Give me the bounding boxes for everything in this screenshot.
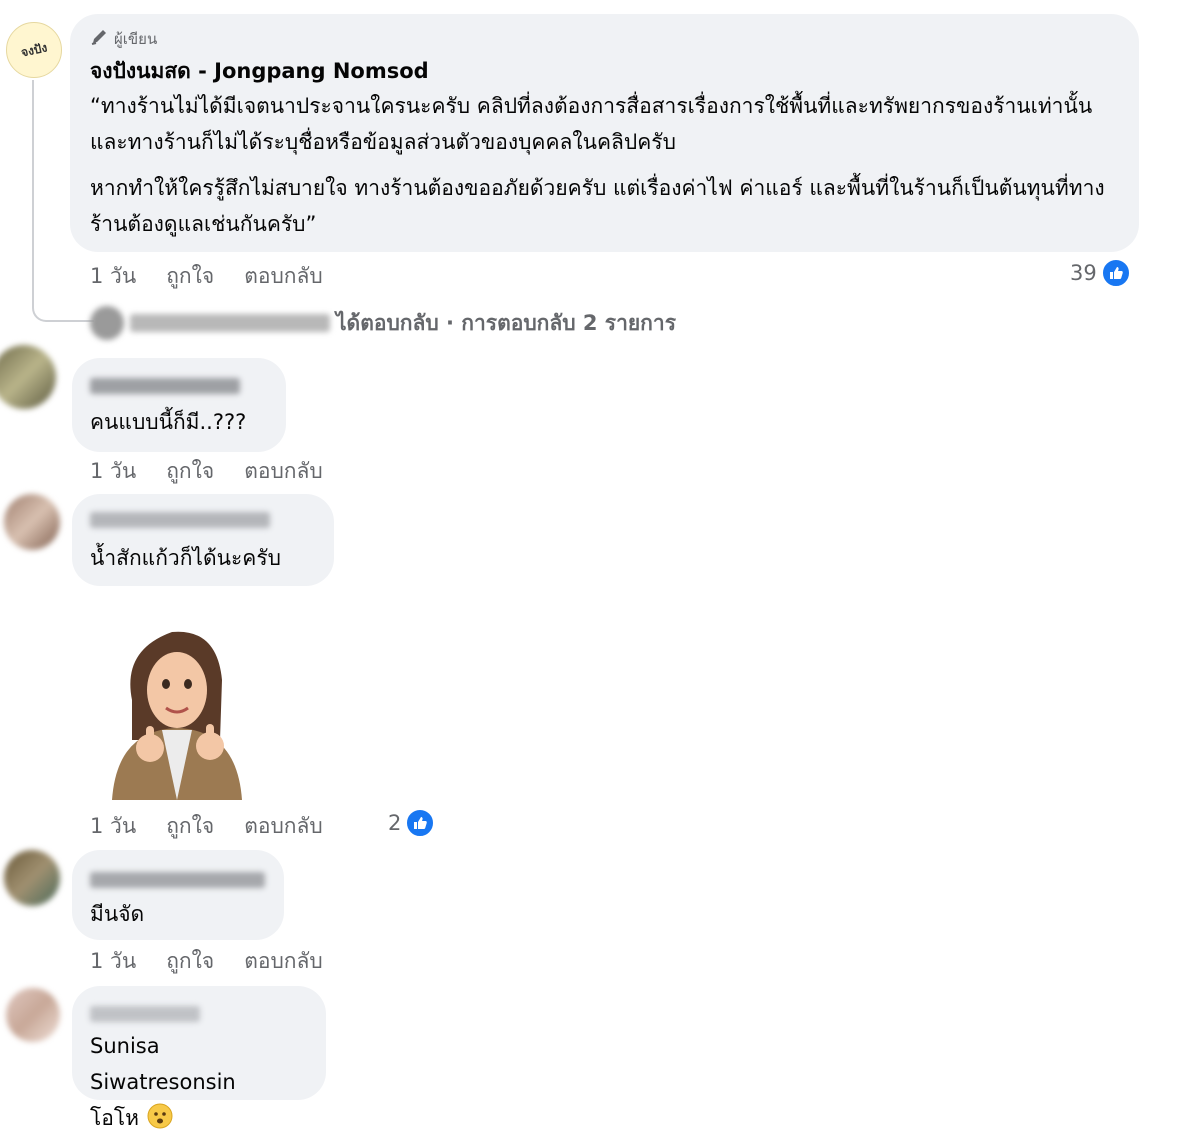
page-avatar-text: จงปัง <box>19 39 49 60</box>
comment-text: น้ำสักแก้วก็ได้นะครับ <box>90 546 281 570</box>
like-thumb-icon <box>1100 258 1131 288</box>
like-link[interactable]: ถูกใจ <box>166 455 214 488</box>
like-link[interactable]: ถูกใจ <box>166 945 214 978</box>
comment-text: มีนจัด <box>90 902 145 926</box>
author-paragraph-1: “ทางร้านไม่ได้มีเจตนาประจานใครนะครับ คลิ… <box>90 94 1093 154</box>
mention-name[interactable]: Sunisa Siwatresonsin <box>90 1028 308 1100</box>
replier-avatar <box>90 306 124 340</box>
commenter-name[interactable] <box>90 512 270 528</box>
like-link[interactable]: ถูกใจ <box>166 810 214 843</box>
author-badge: ผู้เขียน <box>90 26 1119 52</box>
reply-link[interactable]: ตอบกลับ <box>244 260 323 293</box>
comment-time[interactable]: 1 วัน <box>90 260 136 293</box>
replier-name <box>130 314 330 332</box>
commenter-avatar[interactable] <box>0 345 56 409</box>
comment-bubble: Sunisa Siwatresonsin โอโห <box>72 986 326 1130</box>
like-count-value: 2 <box>388 811 402 835</box>
author-comment-bubble: ผู้เขียน จงปังนมสด - Jongpang Nomsod “ทา… <box>70 14 1139 252</box>
pen-icon <box>90 28 110 50</box>
comment-time[interactable]: 1 วัน <box>90 945 136 978</box>
comment-like-count[interactable]: 2 <box>388 808 436 838</box>
author-like-count[interactable]: 39 <box>1070 258 1131 288</box>
comment-text: โอโห <box>90 1106 140 1130</box>
comment-time[interactable]: 1 วัน <box>90 455 136 488</box>
comment-bubble: มีนจัด <box>72 850 284 940</box>
author-badge-label: ผู้เขียน <box>114 30 158 48</box>
comment-bubble: คนแบบนี้ก็มี..??? <box>72 358 286 452</box>
commenter-avatar[interactable] <box>4 850 60 906</box>
replies-summary-row[interactable]: ได้ตอบกลับ · การตอบกลับ 2 รายการ <box>90 306 676 340</box>
comment-text: คนแบบนี้ก็มี..??? <box>90 410 247 434</box>
sticker-image <box>92 620 272 800</box>
author-comment-actions: 1 วัน ถูกใจ ตอบกลับ <box>90 260 323 293</box>
comment-time[interactable]: 1 วัน <box>90 810 136 843</box>
reply-link[interactable]: ตอบกลับ <box>244 945 323 978</box>
author-paragraph-2: หากทำให้ใครรู้สึกไม่สบายใจ ทางร้านต้องขอ… <box>90 176 1105 236</box>
emoji-face-icon <box>147 1103 173 1133</box>
comment-bubble: น้ำสักแก้วก็ได้นะครับ <box>72 494 334 586</box>
commenter-name[interactable] <box>90 378 240 394</box>
reply-link[interactable]: ตอบกลับ <box>244 810 323 843</box>
commenter-avatar[interactable] <box>6 988 60 1042</box>
comment-actions: 1 วัน ถูกใจ ตอบกลับ <box>90 945 323 978</box>
author-name[interactable]: จงปังนมสด - Jongpang Nomsod <box>90 56 1119 86</box>
commenter-name[interactable] <box>90 1006 200 1022</box>
like-count-value: 39 <box>1070 261 1097 285</box>
page-avatar[interactable]: จงปัง <box>6 22 62 78</box>
replies-summary-text: ได้ตอบกลับ · การตอบกลับ 2 รายการ <box>336 310 676 335</box>
like-thumb-icon <box>405 808 436 838</box>
reply-link[interactable]: ตอบกลับ <box>244 455 323 488</box>
commenter-avatar[interactable] <box>4 494 60 550</box>
comment-actions: 1 วัน ถูกใจ ตอบกลับ <box>90 455 323 488</box>
like-link[interactable]: ถูกใจ <box>166 260 214 293</box>
comment-actions: 1 วัน ถูกใจ ตอบกลับ <box>90 810 323 843</box>
commenter-name[interactable] <box>90 872 265 888</box>
